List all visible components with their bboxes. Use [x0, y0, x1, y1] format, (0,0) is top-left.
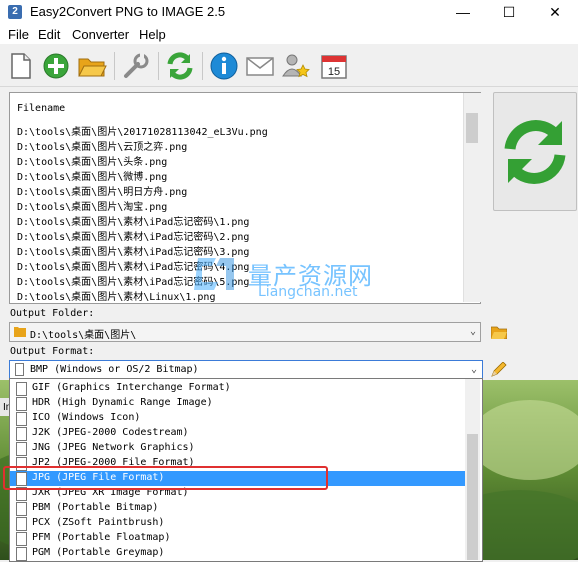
- file-row[interactable]: D:\tools\桌面\图片\明日方舟.png: [17, 183, 187, 198]
- file-list-scrollbar[interactable]: [463, 93, 481, 302]
- folder-icon: [14, 327, 26, 337]
- watermark-logo-icon: [194, 258, 234, 290]
- format-option-label: GIF (Graphics Interchange Format): [32, 382, 231, 393]
- highlight-annotation: [3, 466, 328, 490]
- format-option-label: PBM (Portable Bitmap): [32, 502, 159, 513]
- menu-bar: File Edit Converter Help: [0, 24, 578, 44]
- scrollbar-thumb[interactable]: [466, 113, 478, 143]
- menu-file[interactable]: File: [8, 27, 29, 42]
- file-row[interactable]: D:\tools\桌面\图片\素材\iPad忘记密码\1.png: [17, 213, 249, 228]
- title-bar: 2 Easy2Convert PNG to IMAGE 2.5 — ☐ ✕: [0, 0, 578, 24]
- minimize-button[interactable]: —: [440, 0, 486, 24]
- convert-icon: [504, 120, 566, 184]
- window-title: Easy2Convert PNG to IMAGE 2.5: [30, 4, 226, 19]
- output-folder-combo[interactable]: D:\tools\桌面\图片\ ⌄: [9, 322, 481, 342]
- file-list-header: Filename: [17, 103, 66, 114]
- watermark-url: Liangchan.net: [258, 284, 358, 300]
- dropdown-scrollbar[interactable]: [465, 379, 480, 560]
- format-option[interactable]: GIF (Graphics Interchange Format): [10, 381, 466, 396]
- file-row[interactable]: D:\tools\桌面\图片\头条.png: [17, 153, 167, 168]
- open-folder-icon[interactable]: [76, 50, 108, 82]
- format-option[interactable]: PCX (ZSoft Paintbrush): [10, 516, 466, 531]
- format-option[interactable]: PBM (Portable Bitmap): [10, 501, 466, 516]
- file-row[interactable]: D:\tools\桌面\图片\素材\iPad忘记密码\2.png: [17, 228, 249, 243]
- file-row[interactable]: D:\tools\桌面\图片\淘宝.png: [17, 198, 167, 213]
- menu-edit[interactable]: Edit: [38, 27, 60, 42]
- toolbar-separator: [158, 52, 159, 80]
- app-icon: 2: [8, 5, 22, 19]
- format-option[interactable]: J2K (JPEG-2000 Codestream): [10, 426, 466, 441]
- maximize-button[interactable]: ☐: [486, 0, 532, 24]
- format-option-label: PFM (Portable Floatmap): [32, 532, 171, 543]
- format-option[interactable]: JNG (JPEG Network Graphics): [10, 441, 466, 456]
- format-option-label: HDR (High Dynamic Range Image): [32, 397, 213, 408]
- output-folder-label: Output Folder:: [10, 308, 95, 319]
- format-option[interactable]: HDR (High Dynamic Range Image): [10, 396, 466, 411]
- settings-wrench-icon[interactable]: [120, 50, 152, 82]
- format-option-label: PCX (ZSoft Paintbrush): [32, 517, 165, 528]
- user-star-icon[interactable]: [280, 50, 312, 82]
- calendar-day: 15: [328, 66, 340, 78]
- convert-icon[interactable]: [164, 50, 196, 82]
- output-format-value: BMP (Windows or OS/2 Bitmap): [30, 364, 199, 375]
- output-format-select[interactable]: BMP (Windows or OS/2 Bitmap) ⌄: [9, 360, 483, 380]
- chevron-down-icon: ⌄: [470, 364, 477, 375]
- format-option-label: JNG (JPEG Network Graphics): [32, 442, 195, 453]
- output-folder-value: D:\tools\桌面\图片\: [30, 330, 137, 341]
- output-format-label: Output Format:: [10, 346, 95, 357]
- format-option[interactable]: PGM (Portable Greymap): [10, 546, 466, 561]
- format-option-label: ICO (Windows Icon): [32, 412, 141, 423]
- scrollbar-thumb[interactable]: [467, 434, 478, 560]
- email-icon[interactable]: [244, 50, 276, 82]
- calendar-icon[interactable]: 15: [318, 50, 350, 82]
- file-row[interactable]: D:\tools\桌面\图片\微博.png: [17, 168, 167, 183]
- format-option[interactable]: ICO (Windows Icon): [10, 411, 466, 426]
- toolbar-separator: [114, 52, 115, 80]
- add-icon[interactable]: [40, 50, 72, 82]
- start-convert-button[interactable]: [493, 92, 577, 211]
- new-document-icon[interactable]: [4, 50, 36, 82]
- edit-pencil-icon[interactable]: [490, 362, 508, 378]
- format-option-label: J2K (JPEG-2000 Codestream): [32, 427, 189, 438]
- menu-converter[interactable]: Converter: [72, 27, 129, 42]
- format-option-label: PGM (Portable Greymap): [32, 547, 165, 558]
- format-option[interactable]: PFM (Portable Floatmap): [10, 531, 466, 546]
- menu-help[interactable]: Help: [139, 27, 166, 42]
- file-icon: [15, 363, 24, 376]
- toolbar-separator: [202, 52, 203, 80]
- file-row[interactable]: D:\tools\桌面\图片\20171028113042_eL3Vu.png: [17, 123, 268, 138]
- close-button[interactable]: ✕: [532, 0, 578, 24]
- chevron-down-icon: ⌄: [469, 326, 476, 337]
- info-icon[interactable]: [208, 50, 240, 82]
- browse-folder-icon[interactable]: [491, 325, 507, 339]
- toolbar: 15: [0, 44, 578, 87]
- file-row[interactable]: D:\tools\桌面\图片\素材\Linux\1.png: [17, 288, 215, 303]
- file-list[interactable]: Filename D:\tools\桌面\图片\20171028113042_e…: [9, 92, 481, 304]
- file-row[interactable]: D:\tools\桌面\图片\云顶之弈.png: [17, 138, 187, 153]
